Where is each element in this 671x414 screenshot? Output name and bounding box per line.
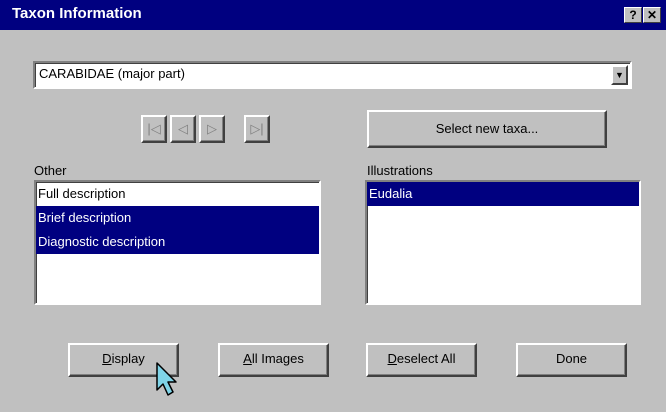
- taxon-information-dialog: Taxon Information ? ✕ CARABIDAE (major p…: [0, 0, 666, 412]
- deselect-all-accel: D: [387, 351, 397, 366]
- display-accel: D: [102, 351, 112, 366]
- previous-record-button: ◁: [170, 115, 196, 143]
- next-record-button: ▷: [199, 115, 225, 143]
- done-button[interactable]: Done: [516, 343, 627, 377]
- illustrations-list[interactable]: Eudalia: [365, 180, 641, 305]
- previous-icon: ◁: [178, 121, 188, 136]
- illustrations-label: Illustrations: [367, 163, 433, 178]
- first-icon: |◁: [147, 121, 161, 136]
- deselect-all-label: eselect All: [396, 351, 456, 366]
- title-bar: Taxon Information ? ✕: [0, 0, 666, 30]
- other-label: Other: [34, 163, 67, 178]
- other-list-item[interactable]: Full description: [36, 182, 319, 206]
- other-list-item[interactable]: Diagnostic description: [36, 230, 319, 254]
- deselect-all-button[interactable]: Deselect All: [366, 343, 477, 377]
- other-list[interactable]: Full description Brief description Diagnos…: [34, 180, 321, 305]
- close-button[interactable]: ✕: [643, 7, 661, 23]
- help-button[interactable]: ?: [624, 7, 642, 23]
- all-images-label: ll Images: [251, 351, 304, 366]
- other-list-item[interactable]: Brief description: [36, 206, 319, 230]
- select-new-taxa-button[interactable]: Select new taxa...: [367, 110, 607, 148]
- chevron-down-icon[interactable]: ▼: [611, 65, 628, 85]
- last-record-button: ▷|: [244, 115, 270, 143]
- all-images-accel: A: [243, 351, 252, 366]
- first-record-button: |◁: [141, 115, 167, 143]
- window-title: Taxon Information: [12, 5, 142, 22]
- taxon-select[interactable]: CARABIDAE (major part) ▼: [33, 61, 632, 89]
- select-new-taxa-label: Select new taxa...: [435, 121, 539, 136]
- mouse-cursor-icon: [156, 362, 177, 396]
- illustrations-list-item[interactable]: Eudalia: [367, 182, 639, 206]
- next-icon: ▷: [207, 121, 217, 136]
- taxon-select-value: CARABIDAE (major part): [39, 66, 185, 81]
- display-label: isplay: [111, 351, 145, 366]
- done-label: Done: [555, 351, 588, 366]
- all-images-button[interactable]: All Images: [218, 343, 329, 377]
- last-icon: ▷|: [250, 121, 264, 136]
